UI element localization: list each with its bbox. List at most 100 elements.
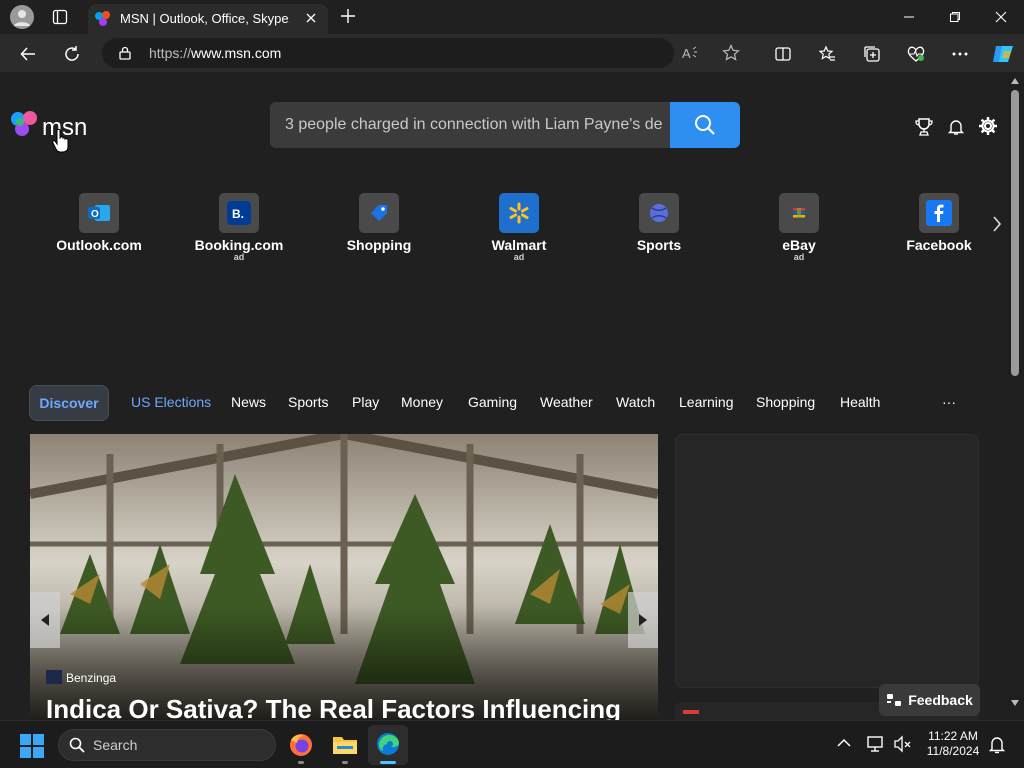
quick-link-label: Booking.com [194,237,284,253]
svg-text:B.: B. [232,207,244,221]
scroll-down-icon[interactable] [1011,700,1019,706]
hero-headline[interactable]: Indica Or Sativa? The Real Factors Influ… [46,694,621,720]
tab-play[interactable]: Play [352,394,379,410]
walmart-spark-icon [499,193,539,233]
hand-cursor-icon [52,128,70,154]
file-explorer-icon[interactable] [332,733,358,757]
msn-page: msn 3 people charged in connection with … [4,72,1006,720]
tab-msn[interactable]: MSN | Outlook, Office, Skype, Bing [88,4,328,34]
hero-news-card[interactable]: Benzinga Indica Or Sativa? The Real Fact… [30,434,658,720]
clock-time: 11:22 AM [928,729,978,743]
tab-watch[interactable]: Watch [616,394,655,410]
taskbar-search-box[interactable]: Search [58,729,276,761]
svg-text:O: O [91,209,99,220]
restore-button[interactable] [932,0,978,34]
tab-news[interactable]: News [231,394,266,410]
tab-close-icon[interactable] [304,11,318,25]
hero-next-button[interactable] [628,592,658,648]
tab-us-elections[interactable]: US Elections [131,394,211,410]
benzinga-logo-icon [46,670,62,684]
msn-logo[interactable] [8,108,42,140]
feedback-button[interactable]: Feedback [879,684,980,716]
favorite-star-icon[interactable] [722,44,740,62]
tab-gaming[interactable]: Gaming [468,394,517,410]
sports-ball-icon [639,193,679,233]
quick-link-label: eBay [782,237,816,253]
ad-badge: ad [233,252,245,262]
lock-icon[interactable] [118,46,132,60]
red-marker [683,710,699,714]
profile-avatar[interactable] [10,5,34,29]
edge-taskbar-button[interactable] [368,725,408,765]
tab-learning[interactable]: Learning [679,394,734,410]
split-screen-icon[interactable] [772,43,794,65]
tab-shopping[interactable]: Shopping [756,394,815,410]
facebook-icon [919,193,959,233]
url-host: www.msn.com [191,45,282,61]
tab-actions-icon[interactable] [52,9,68,25]
explorer-running-indicator [342,761,348,764]
search-input[interactable]: 3 people charged in connection with Liam… [270,102,670,148]
scroll-thumb[interactable] [1011,90,1019,376]
quick-link-label: Walmart [491,237,547,253]
favorites-icon[interactable] [816,43,838,65]
rewards-trophy-icon[interactable] [914,117,934,137]
feedback-icon [887,694,902,706]
side-card [675,434,979,688]
quick-link-walmart[interactable]: Walmart ad [464,193,574,262]
tab-money[interactable]: Money [401,394,443,410]
feedback-label: Feedback [908,692,973,708]
scroll-up-icon[interactable] [1011,78,1019,84]
clock-date: 11/8/2024 [926,744,980,758]
quick-link-label: Outlook.com [56,237,142,253]
copilot-icon[interactable] [990,41,1016,67]
notification-center-icon[interactable] [988,735,1006,755]
quick-link-booking[interactable]: B. Booking.com ad [184,193,294,262]
more-tabs-icon[interactable]: ··· [942,394,956,410]
quick-link-shopping[interactable]: Shopping [324,193,434,253]
page-scrollbar[interactable] [1006,72,1024,720]
quick-link-ebay[interactable]: eBay ad [744,193,854,262]
title-bar: MSN | Outlook, Office, Skype, Bing [0,0,1024,34]
browser-toolbar: https://www.msn.com A [0,34,1024,72]
clock[interactable]: 11:22 AM 11/8/2024 [922,729,984,759]
notifications-bell-icon[interactable] [947,118,965,136]
url-text: https://www.msn.com [149,45,281,61]
search-button[interactable] [670,102,740,148]
quick-link-label: Facebook [906,237,972,253]
quick-link-facebook[interactable]: Facebook [884,193,994,253]
read-aloud-icon[interactable]: A [682,45,700,61]
show-hidden-icons-chevron-icon[interactable] [837,738,851,748]
minimize-button[interactable] [886,0,932,34]
tab-weather[interactable]: Weather [540,394,593,410]
close-window-button[interactable] [978,0,1024,34]
quick-link-label: Shopping [346,237,412,253]
hero-image [30,434,658,720]
volume-muted-icon[interactable] [893,735,913,753]
firefox-icon[interactable] [288,732,314,758]
search-icon [69,737,85,753]
outlook-icon: O [79,193,119,233]
hero-prev-button[interactable] [30,592,60,648]
svg-text:A: A [682,46,691,61]
refresh-icon[interactable] [61,43,83,65]
shopping-tag-icon [359,193,399,233]
quick-link-outlook[interactable]: O Outlook.com [44,193,154,253]
address-bar[interactable]: https://www.msn.com A [102,38,740,68]
windows-start-icon[interactable] [20,734,44,758]
chevron-left-icon [41,614,49,626]
network-icon[interactable] [866,735,886,753]
collections-icon[interactable] [861,43,883,65]
tab-health[interactable]: Health [840,394,880,410]
tab-discover[interactable]: Discover [29,385,109,421]
quick-links-next-icon[interactable] [992,215,1002,233]
new-tab-icon[interactable] [340,8,356,24]
tab-sports[interactable]: Sports [288,394,328,410]
quick-link-sports[interactable]: Sports [604,193,714,253]
back-icon[interactable] [17,43,39,65]
settings-gear-icon[interactable] [978,116,998,136]
more-menu-icon[interactable] [949,43,971,65]
ad-badge: ad [513,252,525,262]
browser-essentials-icon[interactable] [905,43,927,65]
msn-favicon-icon [94,10,112,28]
